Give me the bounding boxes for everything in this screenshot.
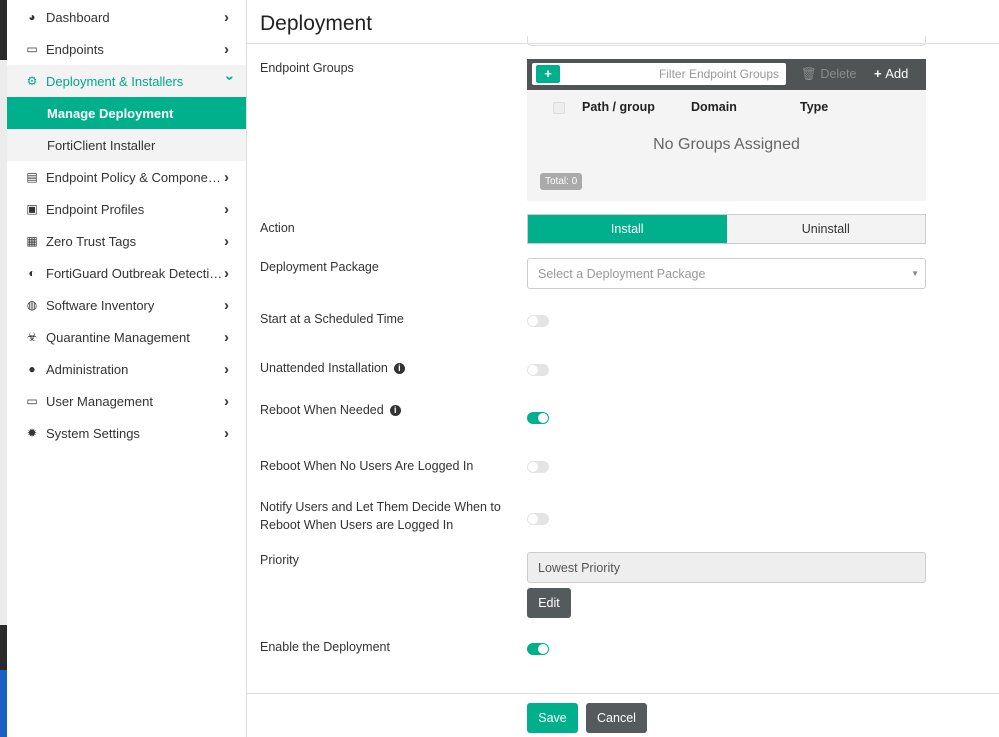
sidebar-item-forticlient-installer[interactable]: FortiClient Installer bbox=[7, 129, 246, 161]
chevron-right-icon: › bbox=[224, 8, 229, 26]
sidebar-item-quarantine[interactable]: ☣ Quarantine Management › bbox=[7, 321, 246, 353]
column-domain[interactable]: Domain bbox=[691, 100, 737, 114]
trash-icon: 🗑 bbox=[801, 67, 821, 81]
chevron-down-icon: › bbox=[221, 75, 239, 80]
sidebar: ◕ Dashboard › ▭ Endpoints › ⚙ Deployment & In… bbox=[7, 0, 247, 737]
action-label: Action bbox=[260, 221, 295, 235]
reboot-no-users-toggle[interactable] bbox=[527, 461, 549, 473]
sidebar-item-dashboard[interactable]: ◕ Dashboard › bbox=[7, 1, 246, 33]
deployment-package-label: Deployment Package bbox=[260, 260, 379, 274]
notify-users-label: Notify Users and Let Them Decide When to… bbox=[260, 500, 501, 532]
gear-icon: ✹ bbox=[26, 426, 38, 440]
notify-users-toggle[interactable] bbox=[527, 513, 549, 525]
deployment-package-select[interactable]: Select a Deployment Package ▼ bbox=[527, 258, 926, 289]
reboot-needed-label: Reboot When Needed i bbox=[260, 401, 401, 419]
previous-field-edge bbox=[527, 36, 926, 46]
reboot-needed-toggle[interactable] bbox=[527, 412, 549, 424]
info-icon[interactable]: i bbox=[389, 405, 401, 416]
caret-down-icon: ▼ bbox=[911, 269, 919, 278]
unattended-toggle[interactable] bbox=[527, 364, 549, 376]
chevron-right-icon: › bbox=[224, 424, 229, 442]
sidebar-item-zero-trust-tags[interactable]: ▦ Zero Trust Tags › bbox=[7, 225, 246, 257]
endpoint-groups-label: Endpoint Groups bbox=[260, 61, 354, 75]
cancel-button[interactable]: Cancel bbox=[586, 703, 647, 733]
outbreak-icon: ◐ bbox=[28, 266, 36, 280]
policy-icon: ▤ bbox=[26, 170, 38, 184]
page-title: Deployment bbox=[260, 12, 373, 35]
main-content: Deployment Endpoint Groups + Filter Endp… bbox=[247, 0, 999, 737]
background-window-strip bbox=[0, 0, 7, 737]
plus-icon: + bbox=[874, 66, 886, 81]
chevron-right-icon: › bbox=[224, 360, 229, 378]
biohazard-icon: ☣ bbox=[26, 330, 38, 344]
sidebar-item-administration[interactable]: ● Administration › bbox=[7, 353, 246, 385]
chevron-right-icon: › bbox=[224, 200, 229, 218]
sidebar-item-manage-deployment[interactable]: Manage Deployment bbox=[7, 97, 246, 129]
install-option[interactable]: Install bbox=[528, 215, 727, 243]
plus-icon[interactable]: + bbox=[536, 65, 560, 83]
add-button[interactable]: + Add bbox=[874, 66, 908, 81]
chevron-right-icon: › bbox=[224, 328, 229, 346]
sidebar-item-deployment[interactable]: ⚙ Deployment & Installers › bbox=[7, 65, 246, 97]
select-all-checkbox[interactable] bbox=[553, 102, 565, 114]
sidebar-item-outbreak-detection[interactable]: ◐ FortiGuard Outbreak Detecti… › bbox=[7, 257, 246, 289]
unattended-label: Unattended Installation i bbox=[260, 359, 405, 377]
chevron-right-icon: › bbox=[224, 168, 229, 186]
inventory-icon: ◍ bbox=[26, 298, 38, 312]
chevron-right-icon: › bbox=[224, 392, 229, 410]
action-selector: Install Uninstall bbox=[527, 214, 926, 244]
column-path-group[interactable]: Path / group bbox=[582, 100, 655, 114]
sidebar-item-software-inventory[interactable]: ◍ Software Inventory › bbox=[7, 289, 246, 321]
empty-message: No Groups Assigned bbox=[653, 136, 800, 153]
sidebar-item-user-management[interactable]: ▭ User Management › bbox=[7, 385, 246, 417]
chevron-right-icon: › bbox=[224, 296, 229, 314]
delete-button[interactable]: 🗑 Delete bbox=[801, 67, 856, 82]
priority-label: Priority bbox=[260, 553, 299, 567]
endpoint-groups-panel: + Filter Endpoint Groups 🗑 Delete + Add … bbox=[527, 59, 926, 201]
tags-icon: ▦ bbox=[26, 234, 38, 248]
save-button[interactable]: Save bbox=[527, 703, 578, 733]
users-icon: ● bbox=[28, 362, 36, 376]
filter-endpoint-groups-input[interactable]: + Filter Endpoint Groups bbox=[532, 63, 786, 85]
footer-divider bbox=[247, 693, 999, 694]
uninstall-option[interactable]: Uninstall bbox=[726, 215, 925, 243]
edit-priority-button[interactable]: Edit bbox=[527, 588, 571, 618]
profiles-icon: ▣ bbox=[26, 202, 38, 216]
info-icon[interactable]: i bbox=[393, 363, 405, 374]
id-card-icon: ▭ bbox=[26, 394, 38, 408]
sidebar-item-endpoint-profiles[interactable]: ▣ Endpoint Profiles › bbox=[7, 193, 246, 225]
column-type[interactable]: Type bbox=[800, 100, 828, 114]
scheduled-time-label: Start at a Scheduled Time bbox=[260, 312, 404, 326]
scheduled-time-toggle[interactable] bbox=[527, 315, 549, 327]
chevron-right-icon: › bbox=[224, 40, 229, 58]
dashboard-icon: ◕ bbox=[28, 10, 36, 24]
enable-deployment-label: Enable the Deployment bbox=[260, 640, 390, 654]
reboot-no-users-label: Reboot When No Users Are Logged In bbox=[260, 459, 474, 473]
chevron-right-icon: › bbox=[224, 232, 229, 250]
priority-field: Lowest Priority bbox=[527, 552, 926, 583]
chevron-right-icon: › bbox=[224, 264, 229, 282]
sidebar-item-endpoint-policy[interactable]: ▤ Endpoint Policy & Components › bbox=[7, 161, 246, 193]
endpoints-icon: ▭ bbox=[26, 42, 38, 56]
deployment-icon: ⚙ bbox=[26, 74, 38, 88]
sidebar-item-endpoints[interactable]: ▭ Endpoints › bbox=[7, 33, 246, 65]
total-badge: Total: 0 bbox=[540, 173, 583, 190]
enable-deployment-toggle[interactable] bbox=[527, 643, 549, 655]
sidebar-item-system-settings[interactable]: ✹ System Settings › bbox=[7, 417, 246, 449]
groups-toolbar: + Filter Endpoint Groups 🗑 Delete + Add bbox=[527, 59, 926, 90]
